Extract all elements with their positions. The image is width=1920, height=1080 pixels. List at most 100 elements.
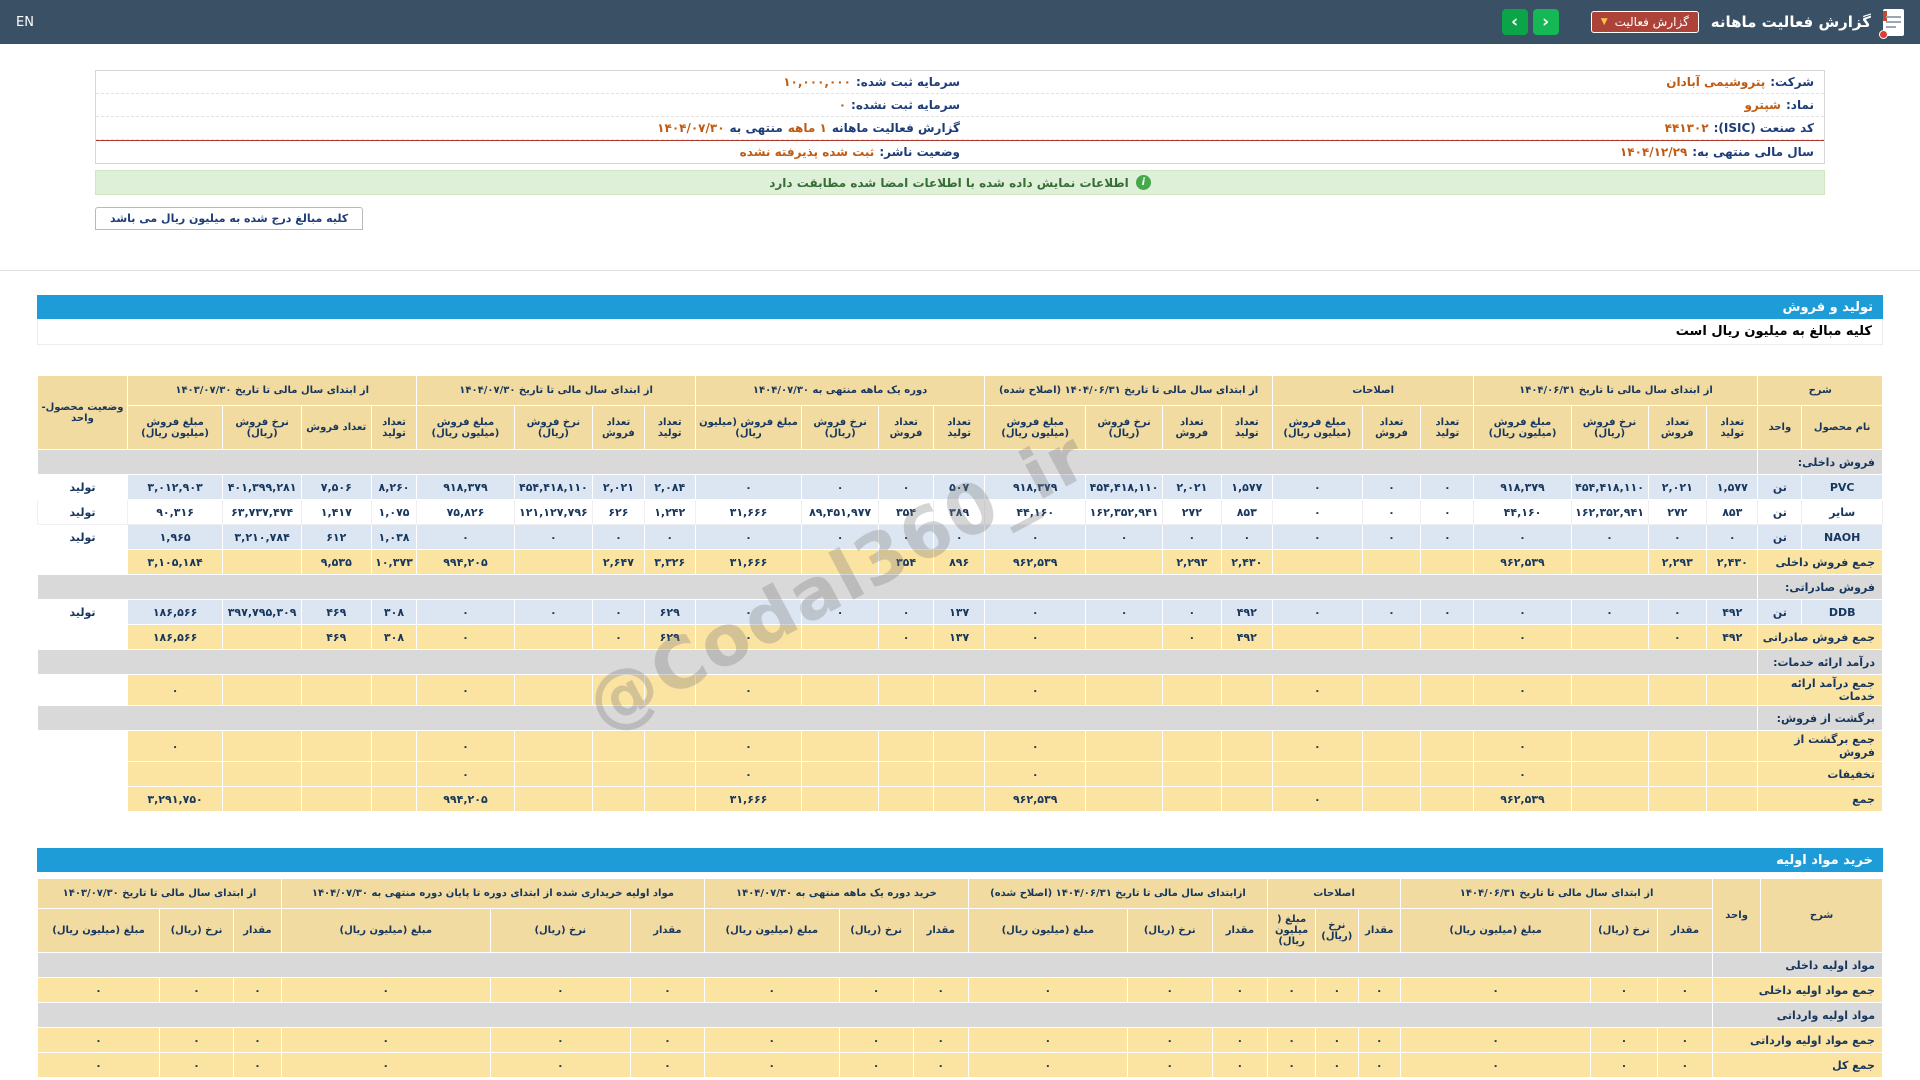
value-cell bbox=[223, 675, 302, 706]
value-cell bbox=[1221, 787, 1272, 812]
column-header: تعداد فروش bbox=[879, 406, 934, 450]
value-cell: ۳۰۸ bbox=[371, 625, 417, 650]
amounts-unit-tab[interactable]: کلیه مبالغ درج شده به میلیون ریال می باش… bbox=[95, 207, 363, 230]
value-cell: ۹,۵۳۵ bbox=[302, 550, 372, 575]
symbol-value: شپترو bbox=[1744, 98, 1781, 112]
value-cell: ۰ bbox=[1362, 475, 1421, 500]
value-cell bbox=[879, 762, 934, 787]
column-header: مقدار bbox=[1657, 909, 1712, 953]
value-cell: ۰ bbox=[490, 1053, 630, 1078]
info-icon: i bbox=[1136, 175, 1151, 190]
report-type-dropdown[interactable]: گزارش فعالیت ▼ bbox=[1591, 11, 1699, 33]
value-cell: ۰ bbox=[631, 978, 705, 1003]
product-name: PVC bbox=[1802, 475, 1883, 500]
value-cell: ۰ bbox=[1362, 500, 1421, 525]
column-header: مبلغ فروش (میلیون ریال) bbox=[127, 406, 222, 450]
column-header: تعداد تولید bbox=[1221, 406, 1272, 450]
value-cell: ۰ bbox=[1268, 978, 1316, 1003]
isic-value: ۴۴۱۳۰۲ bbox=[1665, 121, 1709, 135]
value-cell: ۰ bbox=[913, 978, 968, 1003]
value-cell: ۰ bbox=[1272, 500, 1362, 525]
value-cell: ۰ bbox=[879, 475, 934, 500]
report-period-label: گزارش فعالیت ماهانه bbox=[832, 121, 960, 135]
value-cell: ۳۰۸ bbox=[371, 600, 417, 625]
value-cell: ۴۹۲ bbox=[1707, 625, 1758, 650]
value-cell: ۱,۵۷۷ bbox=[1221, 475, 1272, 500]
value-cell: ۳۹۷,۷۹۵,۳۰۹ bbox=[223, 600, 302, 625]
raw-materials-header: خرید مواد اولیه bbox=[37, 848, 1883, 872]
value-cell: ۶۲۹ bbox=[644, 600, 695, 625]
row-label: جمع فروش صادراتی bbox=[1758, 625, 1883, 650]
column-header: نرخ (ریال) bbox=[490, 909, 630, 953]
column-header: نرخ فروش (ریال) bbox=[802, 406, 879, 450]
value-cell: ۲,۰۲۱ bbox=[593, 475, 644, 500]
value-cell: ۷۵,۸۲۶ bbox=[417, 500, 514, 525]
value-cell bbox=[802, 787, 879, 812]
value-cell: ۰ bbox=[160, 1028, 234, 1053]
column-header: مقدار bbox=[1212, 909, 1267, 953]
section-label: برگشت از فروش: bbox=[1758, 706, 1883, 731]
value-cell: ۱,۵۷۷ bbox=[1707, 475, 1758, 500]
fiscal-year-field: سال مالی منتهی به: ۱۴۰۴/۱۲/۲۹ bbox=[960, 145, 1814, 159]
unit-cell: تن bbox=[1758, 500, 1802, 525]
value-cell: ۹۶۲,۵۳۹ bbox=[985, 550, 1086, 575]
company-label: شرکت: bbox=[1770, 75, 1814, 89]
info-row: کد صنعت (ISIC): ۴۴۱۳۰۲ گزارش فعالیت ماها… bbox=[96, 117, 1824, 140]
column-header: تعداد فروش bbox=[593, 406, 644, 450]
value-cell: ۰ bbox=[704, 978, 839, 1003]
previous-report-button[interactable]: ‹ bbox=[1502, 9, 1528, 35]
value-cell bbox=[1221, 675, 1272, 706]
value-cell: ۰ bbox=[802, 475, 879, 500]
unit-cell: تن bbox=[1758, 475, 1802, 500]
product-name: سایر bbox=[1802, 500, 1883, 525]
column-header: مبلغ فروش (میلیون ریال) bbox=[695, 406, 801, 450]
column-header: واحد bbox=[1758, 406, 1802, 450]
value-cell: ۰ bbox=[631, 1028, 705, 1053]
language-toggle[interactable]: EN bbox=[16, 15, 34, 30]
value-cell: ۱۳۷ bbox=[934, 625, 985, 650]
value-cell bbox=[1362, 762, 1421, 787]
value-cell bbox=[879, 731, 934, 762]
value-cell bbox=[1571, 731, 1648, 762]
value-cell: ۴۵۴,۴۱۸,۱۱۰ bbox=[514, 475, 593, 500]
value-cell: ۳۱,۶۶۶ bbox=[695, 500, 801, 525]
unit-cell: تن bbox=[1758, 600, 1802, 625]
value-cell: ۰ bbox=[1316, 978, 1358, 1003]
value-cell: ۰ bbox=[985, 762, 1086, 787]
value-cell: ۰ bbox=[417, 525, 514, 550]
value-cell: ۰ bbox=[1591, 1028, 1657, 1053]
value-cell: ۰ bbox=[1474, 625, 1571, 650]
next-report-button[interactable]: › bbox=[1533, 9, 1559, 35]
column-header: خرید دوره یک ماهه منتهی به ۱۴۰۴/۰۷/۳۰ bbox=[704, 879, 968, 909]
value-cell: ۱۳۷ bbox=[934, 600, 985, 625]
value-cell: ۱۲۱,۱۲۷,۷۹۶ bbox=[514, 500, 593, 525]
value-cell: ۲,۰۸۴ bbox=[644, 475, 695, 500]
value-cell: ۲,۶۴۷ bbox=[593, 550, 644, 575]
header-row: شرحواحداز ابتدای سال مالی تا تاریخ ۱۴۰۴/… bbox=[38, 879, 1883, 909]
value-cell: ۳,۲۹۱,۷۵۰ bbox=[127, 787, 222, 812]
table-row: NAOHتن۰۰۰۰۰۰۰۰۰۰۰۰۰۰۰۰۰۰۰۱,۰۳۸۶۱۲۳,۲۱۰,۷… bbox=[38, 525, 1883, 550]
symbol-label: نماد: bbox=[1786, 98, 1814, 112]
publisher-status-label: وضعیت ناشر: bbox=[879, 145, 960, 159]
table-row: فروش صادراتی: bbox=[38, 575, 1883, 600]
company-field: شرکت: پتروشیمی آبادان bbox=[960, 75, 1814, 89]
column-header: مبلغ (میلیون ریال) bbox=[281, 909, 490, 953]
capital-value: ۱۰,۰۰۰,۰۰۰ bbox=[783, 75, 851, 89]
value-cell: ۰ bbox=[1212, 1053, 1267, 1078]
fiscal-value: ۱۴۰۴/۱۲/۲۹ bbox=[1620, 145, 1687, 159]
value-cell bbox=[1362, 787, 1421, 812]
table-row: جمع فروش داخلی۲,۴۳۰۲,۲۹۳۹۶۲,۵۳۹۲,۴۳۰۲,۲۹… bbox=[38, 550, 1883, 575]
table-row: جمع مواد اولیه داخلی۰۰۰۰۰۰۰۰۰۰۰۰۰۰۰۰۰۰ bbox=[38, 978, 1883, 1003]
value-cell: ۰ bbox=[1474, 525, 1571, 550]
value-cell bbox=[514, 550, 593, 575]
value-cell bbox=[1421, 762, 1474, 787]
value-cell bbox=[1272, 762, 1362, 787]
column-header: ازابتدای سال مالی تا تاریخ ۱۴۰۴/۰۶/۳۱ (ا… bbox=[968, 879, 1267, 909]
value-cell bbox=[371, 787, 417, 812]
value-cell: ۰ bbox=[1571, 525, 1648, 550]
value-cell bbox=[1086, 787, 1163, 812]
value-cell: ۰ bbox=[490, 978, 630, 1003]
value-cell: ۰ bbox=[1421, 525, 1474, 550]
row-label: جمع درآمد ارائه خدمات bbox=[1758, 675, 1883, 706]
value-cell bbox=[1571, 550, 1648, 575]
